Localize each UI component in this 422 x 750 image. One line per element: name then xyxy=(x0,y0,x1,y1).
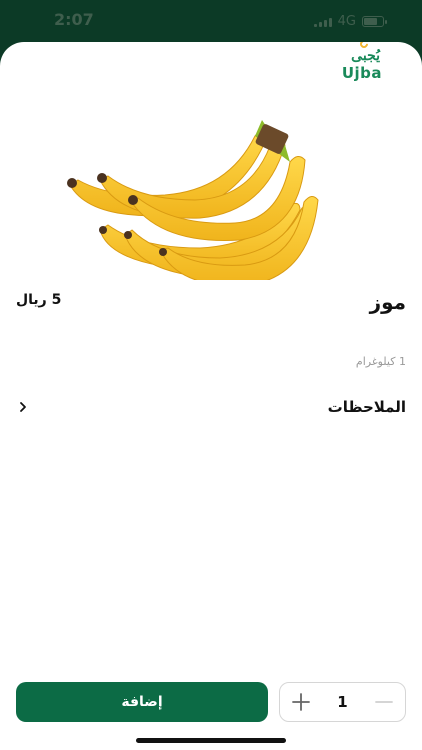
home-indicator xyxy=(136,738,286,743)
product-sheet: يُجبى Ujba موز 5 ريال 1 كيلوغرام الملاحظ… xyxy=(0,42,422,750)
chevron-right-icon xyxy=(20,402,26,412)
network-label: 4G xyxy=(337,14,356,29)
status-indicators: 4G xyxy=(313,14,387,29)
product-image xyxy=(67,120,319,280)
product-price: 5 ريال xyxy=(16,292,62,308)
quantity-stepper: 1 xyxy=(279,682,406,722)
notes-row[interactable]: الملاحظات xyxy=(0,388,422,424)
add-to-cart-button[interactable]: إضافة xyxy=(16,682,268,722)
minus-icon[interactable] xyxy=(373,691,395,713)
signal-icon xyxy=(313,17,332,27)
product-name: موز xyxy=(369,290,406,314)
battery-icon xyxy=(362,16,387,27)
product-unit: 1 كيلوغرام xyxy=(355,355,406,368)
notes-label: الملاحظات xyxy=(327,398,406,416)
logo-arabic: يُجبى xyxy=(351,48,380,64)
status-time: 2:07 xyxy=(54,10,94,29)
status-bar: 2:07 4G xyxy=(0,0,422,42)
